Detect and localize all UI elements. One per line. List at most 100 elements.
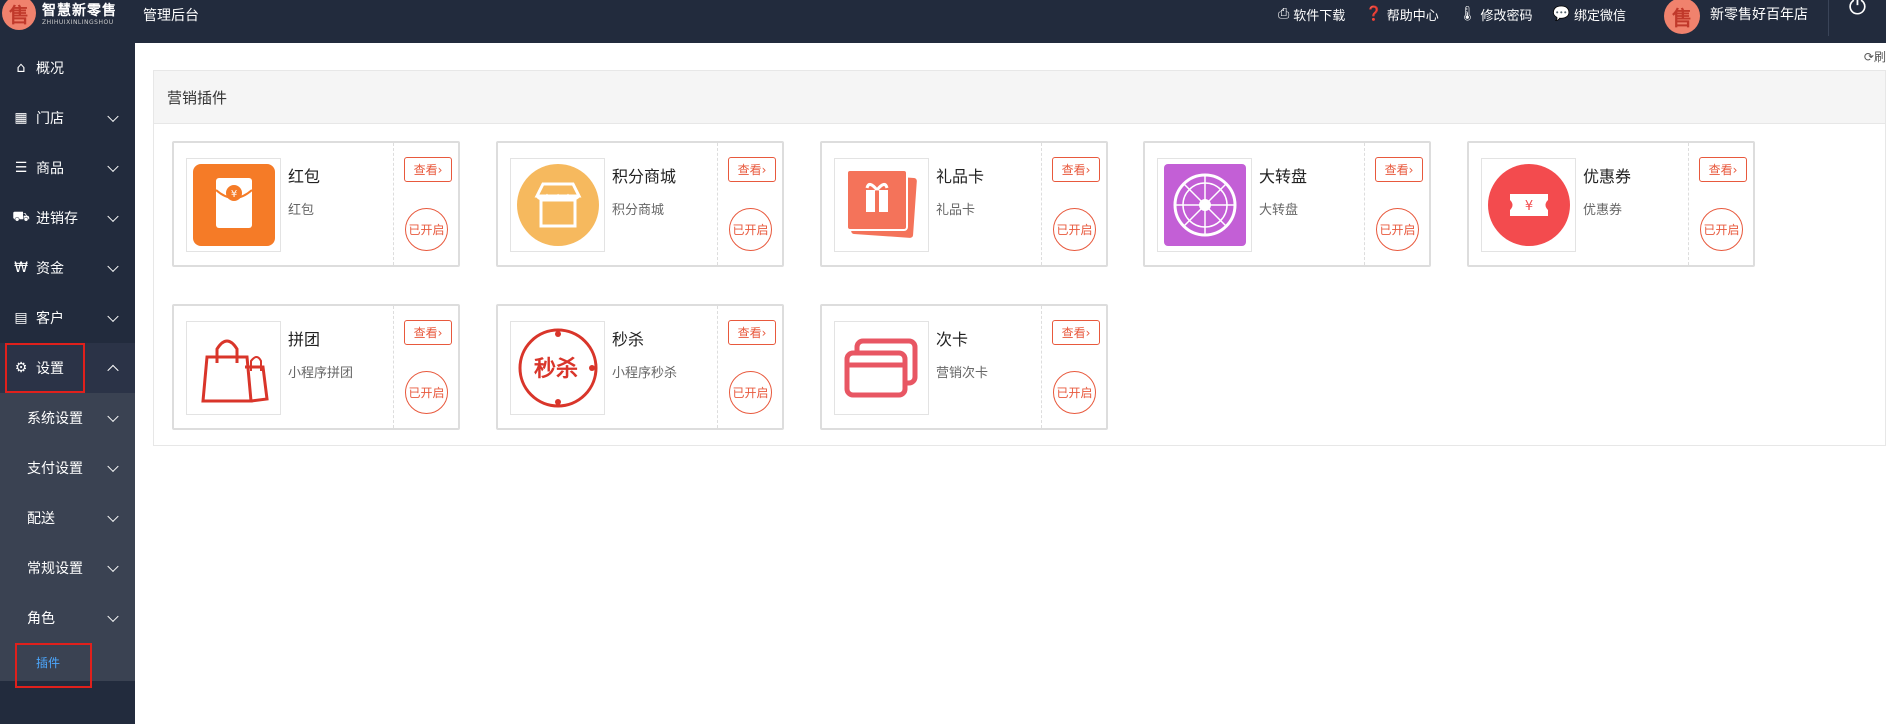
app-title: 管理后台 (143, 8, 199, 24)
logout-button[interactable]: ⏻ (1828, 0, 1886, 36)
logo-text: 智慧新零售 (42, 3, 117, 19)
shopping-bag-icon (193, 327, 275, 409)
store-icon (516, 164, 599, 246)
view-button[interactable]: 查看 › (1052, 320, 1100, 345)
status-badge: 已开启 (729, 371, 772, 414)
won-icon: ₩ (14, 260, 28, 276)
status-badge: 已开启 (1053, 371, 1096, 414)
printer-icon: ⎙ (1278, 6, 1290, 22)
chevron-down-icon (107, 260, 119, 273)
plugin-desc: 礼品卡 (936, 203, 976, 218)
plugin-card-points-mall: 积分商城 积分商城 查看 › 已开启 (496, 141, 784, 267)
status-badge: 已开启 (405, 208, 448, 251)
plugin-card-punch-card: 次卡 营销次卡 查看 › 已开启 (820, 304, 1108, 430)
chevron-right-icon: › (1085, 325, 1091, 340)
chevron-right-icon: › (1408, 162, 1414, 177)
plugin-name: 拼团 (288, 330, 321, 349)
svg-text:¥: ¥ (1524, 199, 1532, 214)
plugin-name: 大转盘 (1259, 167, 1308, 186)
wheel-icon (1163, 164, 1246, 246)
user-menu[interactable]: 售 新零售好百年店 (1664, 0, 1808, 34)
chevron-down-icon (107, 310, 119, 323)
view-button[interactable]: 查看 › (728, 157, 776, 182)
view-button[interactable]: 查看 › (1699, 157, 1747, 182)
sidebar-item-delivery[interactable]: 配送 (0, 493, 135, 543)
chevron-up-icon (107, 364, 119, 377)
chevron-right-icon: › (437, 325, 443, 340)
gift-card-icon (841, 164, 923, 246)
sidebar-item-stores[interactable]: ▦ 门店 (0, 93, 135, 143)
sidebar-item-payment-settings[interactable]: 支付设置 (0, 443, 135, 493)
sidebar-item-products[interactable]: ☰ 商品 (0, 143, 135, 193)
list-icon: ☰ (14, 160, 28, 176)
flash-sale-icon-text: 秒杀 (533, 356, 577, 382)
settings-submenu: 系统设置 支付设置 配送 常规设置 角色 插件 (0, 393, 135, 681)
truck-icon: ⛟ (12, 209, 30, 225)
plugin-card-group-buy: 拼团 小程序拼团 查看 › 已开启 (172, 304, 460, 430)
coupon-icon: ¥ (1487, 164, 1570, 246)
sidebar-item-funds[interactable]: ₩ 资金 (0, 243, 135, 293)
plugin-name: 优惠券 (1583, 167, 1632, 186)
refresh-icon: ⟳ (1863, 50, 1874, 64)
status-badge: 已开启 (1700, 208, 1743, 251)
avatar: 售 (1664, 0, 1700, 34)
id-card-icon: ▤ (14, 310, 28, 326)
plugin-name: 次卡 (936, 330, 969, 349)
chevron-down-icon (107, 560, 119, 573)
status-badge: 已开启 (729, 208, 772, 251)
refresh-button[interactable]: ⟳刷 (1864, 48, 1886, 65)
thermometer-icon: 🌡 (1458, 6, 1477, 22)
main-content: ⟳刷 营销插件 ¥ 红包 红包 查看 › 已开启 积分商城 积分商城 查看 › … (135, 43, 1886, 724)
chevron-down-icon (107, 110, 119, 123)
status-badge: 已开启 (1376, 208, 1419, 251)
view-button[interactable]: 查看 › (1375, 157, 1423, 182)
status-badge: 已开启 (1053, 208, 1096, 251)
sidebar-item-roles[interactable]: 角色 (0, 593, 135, 643)
chevron-down-icon (107, 610, 119, 623)
plugin-card-flash-sale: 秒杀 秒杀 小程序秒杀 查看 › 已开启 (496, 304, 784, 430)
chat-icon: 💬 (1552, 6, 1570, 22)
sidebar: ⌂ 概况 ▦ 门店 ☰ 商品 ⛟ 进销存 ₩ 资金 ▤ 客户 ⚙ 设置 系统设置… (0, 43, 135, 724)
sidebar-item-overview[interactable]: ⌂ 概况 (0, 43, 135, 93)
plugin-desc: 小程序拼团 (288, 366, 354, 381)
plugin-desc: 积分商城 (612, 203, 665, 218)
plugin-desc: 小程序秒杀 (612, 366, 678, 381)
plugin-name: 积分商城 (612, 167, 677, 186)
plugin-card-coupon: ¥ 优惠券 优惠券 查看 › 已开启 (1467, 141, 1755, 267)
view-button[interactable]: 查看 › (404, 320, 452, 345)
sidebar-item-settings[interactable]: ⚙ 设置 (0, 343, 135, 393)
plugin-desc: 红包 (288, 203, 315, 218)
sidebar-item-plugins[interactable]: 插件 (0, 643, 135, 681)
plugin-name: 礼品卡 (936, 167, 985, 186)
building-icon: ▦ (14, 110, 28, 126)
chevron-right-icon: › (1732, 162, 1738, 177)
plugin-card-wheel: 大转盘 大转盘 查看 › 已开启 (1143, 141, 1431, 267)
help-center-link[interactable]: ❓ 帮助中心 (1365, 5, 1438, 24)
bind-wechat-link[interactable]: 💬 绑定微信 (1553, 5, 1626, 24)
status-badge: 已开启 (405, 371, 448, 414)
logo[interactable]: 售 智慧新零售 ZHIHUIXINLINGSHOU (0, 0, 117, 30)
plugin-card-gift-card: 礼品卡 礼品卡 查看 › 已开启 (820, 141, 1108, 267)
chevron-down-icon (107, 160, 119, 173)
view-button[interactable]: 查看 › (1052, 157, 1100, 182)
chevron-right-icon: › (1085, 162, 1091, 177)
change-password-link[interactable]: 🌡 修改密码 (1459, 5, 1533, 24)
plugin-panel: 营销插件 ¥ 红包 红包 查看 › 已开启 积分商城 积分商城 查看 › 已开启… (153, 70, 1886, 446)
sidebar-item-inventory[interactable]: ⛟ 进销存 (0, 193, 135, 243)
sidebar-item-customers[interactable]: ▤ 客户 (0, 293, 135, 343)
panel-title: 营销插件 (154, 71, 1885, 124)
chevron-down-icon (107, 510, 119, 523)
software-download-link[interactable]: ⎙ 软件下载 (1278, 5, 1345, 24)
gear-icon: ⚙ (14, 360, 28, 376)
view-button[interactable]: 查看 › (728, 320, 776, 345)
svg-text:¥: ¥ (230, 189, 236, 200)
view-button[interactable]: 查看 › (404, 157, 452, 182)
plugin-desc: 大转盘 (1259, 203, 1299, 218)
chevron-right-icon: › (761, 325, 767, 340)
sidebar-item-system-settings[interactable]: 系统设置 (0, 393, 135, 443)
chevron-down-icon (107, 410, 119, 423)
home-icon: ⌂ (16, 60, 26, 76)
plugin-card-red-envelope: ¥ 红包 红包 查看 › 已开启 (172, 141, 460, 267)
chevron-down-icon (107, 210, 119, 223)
sidebar-item-general-settings[interactable]: 常规设置 (0, 543, 135, 593)
